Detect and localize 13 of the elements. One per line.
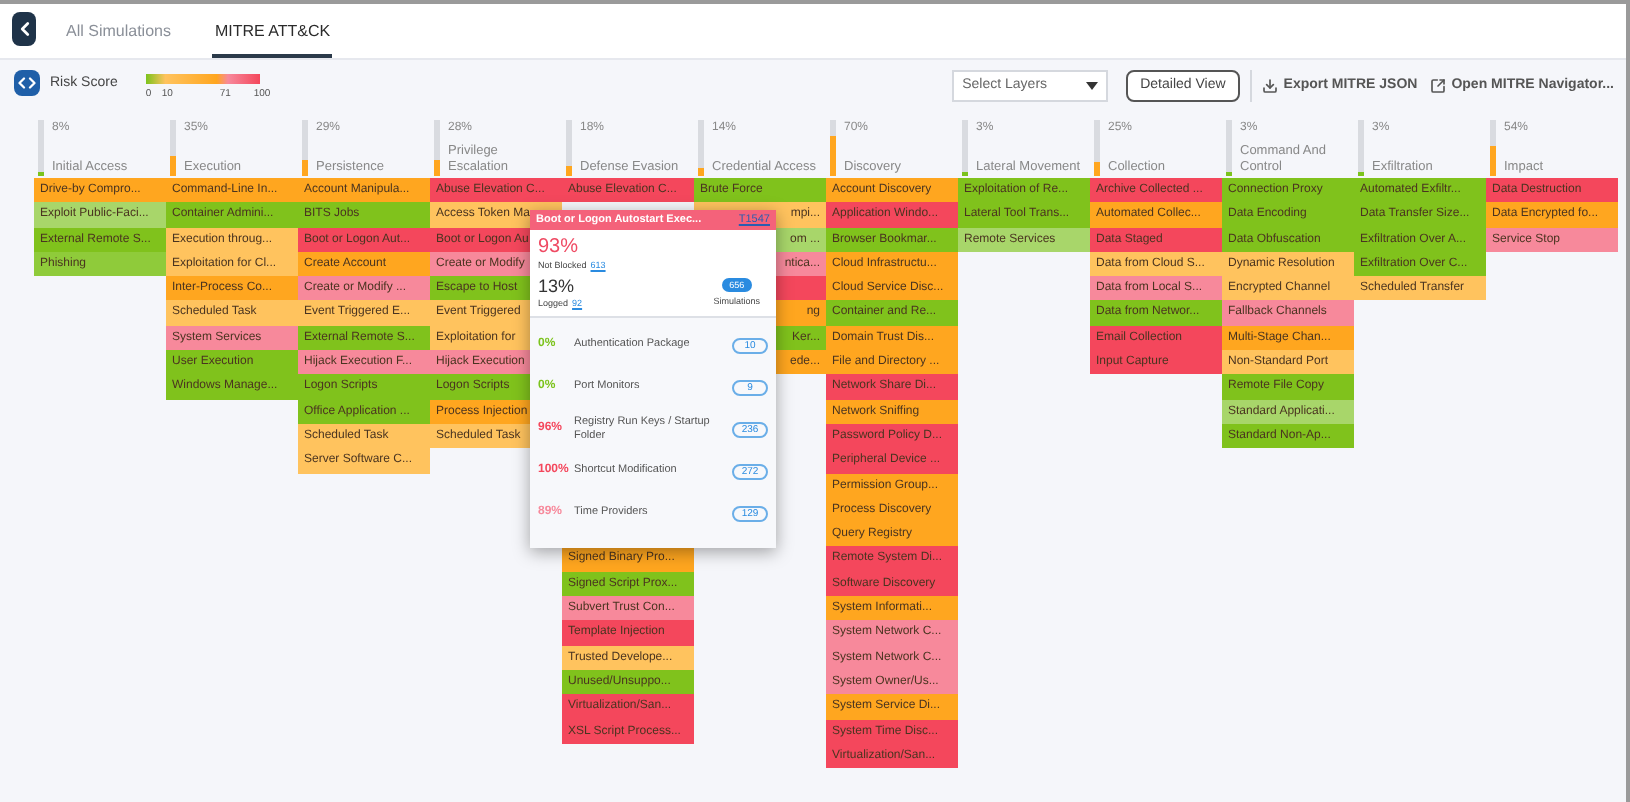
back-button[interactable] bbox=[12, 12, 36, 46]
score-bar bbox=[434, 120, 440, 176]
score-bar bbox=[170, 120, 176, 176]
score-bar bbox=[1490, 120, 1496, 176]
risk-scale-bar bbox=[145, 74, 260, 84]
code-icon[interactable] bbox=[14, 70, 40, 96]
caret-icon bbox=[1086, 82, 1099, 90]
score-bar bbox=[830, 120, 836, 176]
download-icon bbox=[1261, 78, 1278, 94]
tab[interactable]: All Simulations bbox=[64, 20, 173, 58]
score-bar bbox=[302, 120, 308, 176]
external-link-icon bbox=[1429, 78, 1446, 94]
tab[interactable]: MITRE ATT&CK bbox=[212, 20, 333, 58]
